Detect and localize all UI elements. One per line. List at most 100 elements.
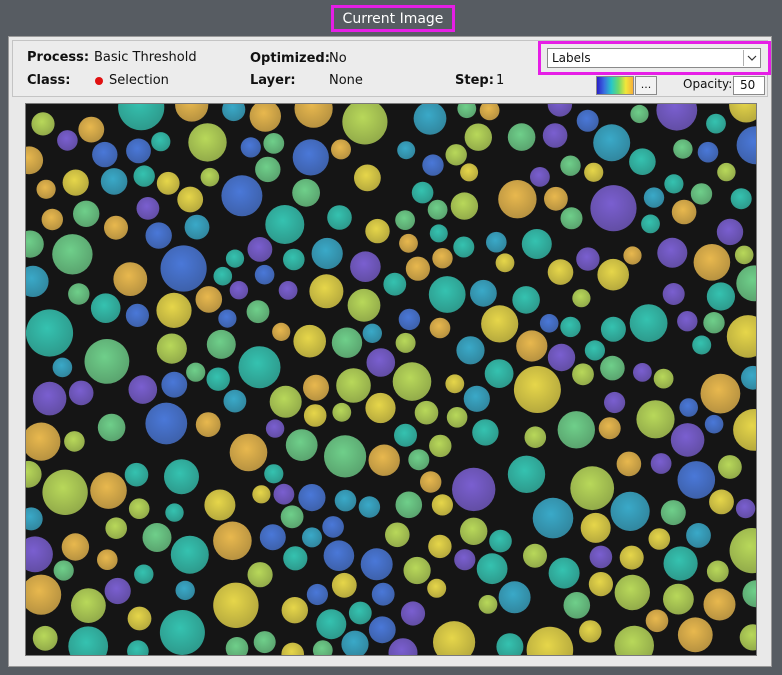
particle: [734, 245, 754, 265]
particle: [283, 546, 308, 571]
particle: [427, 199, 448, 220]
particle: [429, 434, 452, 458]
particle: [365, 218, 390, 244]
particle: [336, 368, 371, 403]
particle: [354, 164, 381, 192]
color-map-more-button[interactable]: ...: [635, 76, 657, 95]
particle: [26, 460, 42, 488]
particle: [323, 540, 355, 571]
particle: [648, 528, 671, 550]
particle: [26, 574, 62, 615]
particle: [395, 491, 423, 519]
particle: [420, 471, 442, 493]
particle: [223, 389, 247, 413]
particle: [252, 485, 271, 504]
particle: [303, 374, 329, 401]
particle: [238, 346, 281, 389]
particle: [636, 400, 675, 439]
segmented-image-view[interactable]: [25, 103, 757, 656]
opacity-input[interactable]: 50: [733, 76, 765, 95]
particle: [188, 123, 227, 162]
particle: [729, 104, 756, 123]
particle: [457, 104, 477, 119]
particle: [460, 517, 488, 545]
particle: [311, 237, 343, 270]
particle: [84, 339, 130, 384]
particle: [677, 461, 716, 499]
particle: [294, 104, 333, 128]
particle: [41, 208, 63, 231]
particle: [125, 303, 149, 327]
particle: [206, 329, 236, 359]
particle: [663, 583, 694, 615]
particle: [53, 560, 74, 581]
particle: [662, 283, 685, 305]
chevron-down-icon[interactable]: [743, 50, 759, 66]
particle: [368, 616, 396, 644]
particle: [206, 367, 230, 391]
particle: [395, 210, 415, 230]
current-image-title: Current Image: [331, 5, 455, 32]
particle: [598, 417, 621, 440]
particle: [476, 553, 508, 585]
process-label: Process:: [27, 50, 90, 65]
particle: [532, 497, 574, 539]
particle: [590, 185, 637, 232]
particle: [247, 562, 273, 588]
overlay-select[interactable]: Labels: [547, 48, 761, 68]
particle: [383, 272, 407, 296]
particle: [547, 259, 574, 285]
particle: [735, 498, 756, 519]
particle: [156, 333, 187, 364]
particle: [371, 582, 395, 606]
particle: [113, 262, 148, 296]
particle: [100, 168, 128, 195]
overlay-select-highlight: Labels: [538, 41, 771, 75]
particle: [388, 638, 418, 655]
particle: [445, 144, 467, 166]
particle: [495, 253, 515, 273]
particle: [704, 414, 724, 434]
particle: [403, 556, 431, 585]
particle: [253, 631, 276, 654]
particle: [706, 113, 726, 134]
particle: [306, 583, 328, 606]
particle: [52, 234, 93, 275]
particle: [703, 588, 736, 621]
particle: [726, 315, 756, 358]
particle: [126, 138, 151, 164]
particle: [629, 148, 656, 175]
particle: [127, 640, 149, 655]
particle: [589, 545, 613, 569]
particle: [414, 400, 439, 425]
particle: [498, 180, 537, 219]
particle: [327, 205, 352, 230]
particle: [422, 154, 444, 176]
particle: [395, 332, 416, 353]
particle: [368, 444, 400, 476]
particle: [736, 265, 756, 302]
particle: [170, 535, 209, 574]
particle: [427, 578, 447, 598]
particle: [26, 422, 61, 461]
particle: [429, 224, 448, 243]
particle: [697, 141, 719, 163]
particle: [334, 489, 357, 512]
particle: [105, 517, 127, 539]
particle: [278, 281, 298, 300]
particle: [454, 549, 476, 571]
particle: [57, 130, 78, 151]
particle: [450, 192, 479, 220]
particle: [542, 123, 568, 148]
particle: [478, 595, 498, 614]
particle: [486, 231, 507, 253]
particle: [26, 230, 44, 258]
particle: [709, 489, 734, 515]
particle: [489, 529, 512, 553]
color-map-swatch[interactable]: [596, 76, 634, 95]
particle: [670, 423, 705, 457]
particle: [128, 498, 150, 519]
particle: [452, 467, 496, 512]
particle: [52, 357, 73, 378]
particle: [742, 580, 756, 608]
